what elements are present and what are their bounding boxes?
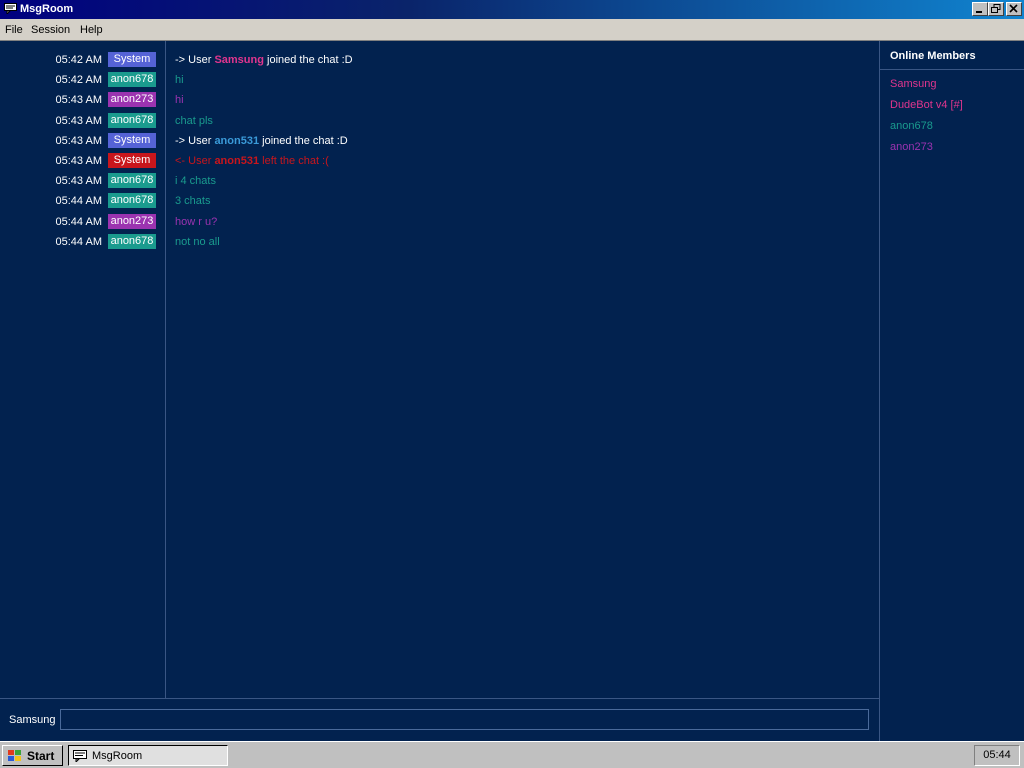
taskbar-item-msgroom[interactable]: MsgRoom (68, 745, 228, 766)
restore-button[interactable] (988, 2, 1004, 16)
online-members-header: Online Members (880, 41, 1024, 70)
user-badge[interactable]: System (108, 153, 156, 168)
title-bar: MsgRoom (0, 0, 1024, 19)
user-badge[interactable]: anon678 (108, 112, 156, 128)
menu-session[interactable]: Session (31, 24, 70, 36)
menu-help[interactable]: Help (80, 24, 103, 36)
system-message-prefix: -> User (175, 54, 215, 66)
message-text: hi (175, 94, 184, 107)
message-text: how r u? (175, 215, 218, 228)
message-meta-row: 05:44 AM anon678 (0, 233, 160, 250)
restore-icon (991, 4, 1001, 13)
message-meta-row: 05:44 AM anon273 (0, 213, 160, 230)
message-text: -> User Samsung joined the chat :D (175, 54, 353, 66)
online-member-item[interactable]: anon273 (890, 141, 933, 153)
message-timestamp: 05:43 AM (55, 134, 102, 147)
message-timestamp: 05:44 AM (55, 215, 102, 228)
message-meta-row: 05:43 AM anon678 (0, 173, 160, 189)
taskbar-item-label: MsgRoom (92, 750, 143, 762)
start-button[interactable]: Start (2, 745, 63, 766)
message-text: 3 chats (175, 195, 211, 208)
message-meta-row: 05:42 AM System (0, 52, 160, 68)
menu-file[interactable]: File (5, 24, 23, 36)
nickname-label: Samsung (9, 714, 56, 726)
user-badge[interactable]: anon273 (108, 213, 156, 229)
system-message-suffix: joined the chat :D (263, 54, 353, 66)
message-text: not no all (175, 235, 220, 248)
online-members-panel: Online Members Samsung DudeBot v4 [#] anon… (879, 41, 1024, 741)
minimize-icon (976, 11, 982, 13)
user-badge[interactable]: anon273 (108, 92, 156, 108)
online-member-item[interactable]: anon678 (890, 120, 933, 132)
system-message-prefix: -> User (175, 134, 215, 147)
message-input[interactable] (60, 709, 869, 730)
message-meta-row: 05:43 AM System (0, 153, 160, 169)
user-badge[interactable]: anon678 (108, 72, 156, 88)
message-list: -> User Samsung joined the chat :D hi hi ch… (167, 41, 879, 698)
taskbar: Start MsgRoom 05:44 (0, 741, 1024, 768)
message-text: hi (175, 74, 184, 87)
user-badge[interactable]: anon678 (108, 193, 156, 209)
system-tray-clock: 05:44 (974, 745, 1020, 766)
window-title: MsgRoom (20, 3, 74, 15)
message-timestamp: 05:43 AM (55, 175, 102, 188)
minimize-button[interactable] (972, 2, 988, 16)
message-input-row: Samsung (0, 698, 879, 741)
message-meta-row: 05:43 AM anon678 (0, 112, 160, 129)
system-message-username[interactable]: anon531 (214, 135, 259, 147)
message-timestamp: 05:42 AM (55, 74, 102, 87)
message-meta-row: 05:44 AM anon678 (0, 193, 160, 209)
user-badge[interactable]: System (108, 52, 156, 67)
message-meta-row: 05:42 AM anon678 (0, 72, 160, 88)
chat-bubble-icon (4, 3, 17, 14)
message-timestamp: 05:43 AM (55, 94, 102, 107)
menu-bar: File Session Help (0, 19, 1024, 41)
message-text: <- User anon531 left the chat :( (175, 155, 329, 167)
user-badge[interactable]: System (108, 132, 156, 148)
user-badge[interactable]: anon678 (108, 173, 156, 189)
message-text: i 4 chats (175, 175, 216, 188)
user-badge[interactable]: anon678 (108, 233, 156, 249)
message-meta-row: 05:43 AM anon273 (0, 92, 160, 108)
chat-bubble-icon (73, 750, 87, 762)
message-timestamp: 05:42 AM (55, 54, 102, 66)
message-timestamp: 05:44 AM (55, 235, 102, 248)
message-timestamp: 05:44 AM (55, 195, 102, 208)
message-meta-column: 05:42 AM System 05:42 AM anon678 05:43 AM ano… (0, 41, 166, 698)
message-text: chat pls (175, 114, 213, 127)
message-meta-row: 05:43 AM System (0, 132, 160, 149)
online-member-item[interactable]: Samsung (890, 78, 936, 90)
windows-logo-icon (8, 750, 21, 761)
system-message-suffix: left the chat :( (259, 155, 329, 167)
message-timestamp: 05:43 AM (55, 114, 102, 127)
start-label: Start (27, 749, 55, 763)
system-message-username[interactable]: anon531 (214, 155, 259, 167)
close-icon (1009, 4, 1018, 13)
online-members-title: Online Members (890, 50, 976, 62)
message-text: -> User anon531 joined the chat :D (175, 135, 348, 147)
online-member-item[interactable]: DudeBot v4 [#] (890, 99, 963, 111)
system-message-suffix: joined the chat :D (259, 134, 348, 147)
system-message-prefix: <- User (175, 155, 215, 167)
chat-window: 05:42 AM System 05:42 AM anon678 05:43 AM ano… (0, 41, 1024, 741)
close-button[interactable] (1006, 2, 1022, 16)
system-message-username[interactable]: Samsung (214, 54, 264, 66)
message-timestamp: 05:43 AM (55, 155, 102, 167)
